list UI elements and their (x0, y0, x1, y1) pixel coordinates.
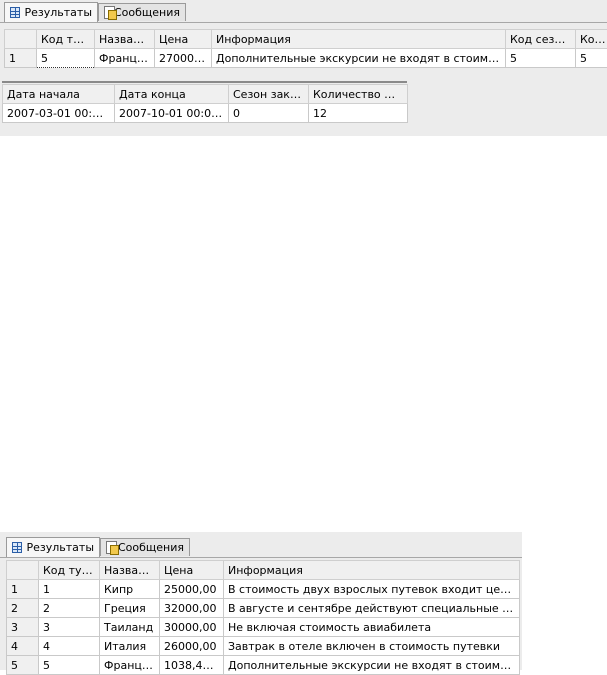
table-cell[interactable]: 25000,00 (160, 580, 224, 599)
tab-messages-label: Сообщения (114, 6, 180, 19)
table-cell[interactable]: Италия (100, 637, 160, 656)
tab-results[interactable]: Результаты (6, 537, 100, 557)
table-cell[interactable]: 5 (576, 49, 607, 68)
messages-icon (106, 541, 114, 554)
grid3-header-row: Код тура Назван... Цена Информация (7, 561, 520, 580)
results-grid-2: Дата начала Дата конца Сезон закр... Кол… (2, 84, 408, 123)
table-cell[interactable]: 2 (39, 599, 100, 618)
table-cell[interactable]: Таиланд (100, 618, 160, 637)
table-cell[interactable]: 5 (39, 656, 100, 675)
table-cell[interactable]: Греция (100, 599, 160, 618)
table-cell[interactable]: Не включая стоимость авиабилета (224, 618, 520, 637)
grid1-header-row: Код тура Назван... Цена Информация Код с… (5, 30, 607, 49)
table-row[interactable]: 5 5 Франция 1038,4615 Дополнительные экс… (7, 656, 520, 675)
table-cell[interactable]: Дополнительные экскурсии не входят в сто… (224, 656, 520, 675)
grid2-header-season-closed[interactable]: Сезон закр... (229, 85, 309, 104)
row-number[interactable]: 1 (7, 580, 39, 599)
table-row[interactable]: 3 3 Таиланд 30000,00 Не включая стоимост… (7, 618, 520, 637)
table-cell[interactable]: 1 (39, 580, 100, 599)
grid1-header-tour-id-2[interactable]: Код т (576, 30, 607, 49)
table-cell[interactable]: 0 (229, 104, 309, 123)
row-number[interactable]: 2 (7, 599, 39, 618)
grid3-header-name[interactable]: Назван... (100, 561, 160, 580)
table-cell[interactable]: В стоимость двух взрослых путевок входит… (224, 580, 520, 599)
tab-results-label: Результаты (26, 541, 94, 554)
table-cell[interactable]: 2007-10-01 00:00:00 (115, 104, 229, 123)
table-cell[interactable]: 2007-03-01 00:00:00 (3, 104, 115, 123)
table-cell[interactable]: 3 (39, 618, 100, 637)
table-row[interactable]: 2007-03-01 00:00:00 2007-10-01 00:00:00 … (3, 104, 408, 123)
top-tabbar: Результаты Сообщения (0, 0, 607, 23)
tab-results-label: Результаты (24, 6, 92, 19)
table-cell[interactable]: 32000,00 (160, 599, 224, 618)
grid2-header-seats[interactable]: Количество мест (309, 85, 408, 104)
table-cell[interactable]: Дополнительные экскурсии не входят в сто… (212, 49, 506, 68)
tab-messages[interactable]: Сообщения (98, 3, 186, 21)
results-grid-1: Код тура Назван... Цена Информация Код с… (4, 29, 607, 68)
table-cell[interactable]: 5 (37, 49, 95, 68)
grid3-header-rownum (7, 561, 39, 580)
table-cell[interactable]: Франция (100, 656, 160, 675)
tab-results[interactable]: Результаты (4, 2, 98, 22)
table-cell[interactable]: 27000,00 (155, 49, 212, 68)
grid2-header-start-date[interactable]: Дата начала (3, 85, 115, 104)
grid1-header-info[interactable]: Информация (212, 30, 506, 49)
row-number[interactable]: 1 (5, 49, 37, 68)
grid2-header-end-date[interactable]: Дата конца (115, 85, 229, 104)
table-cell[interactable]: Кипр (100, 580, 160, 599)
table-cell[interactable]: Завтрак в отеле включен в стоимость путе… (224, 637, 520, 656)
grid-icon (10, 7, 20, 18)
grid3-header-tour-id[interactable]: Код тура (39, 561, 100, 580)
grid1-header-price[interactable]: Цена (155, 30, 212, 49)
grid1-header-name[interactable]: Назван... (95, 30, 155, 49)
grid1-header-tour-id[interactable]: Код тура (37, 30, 95, 49)
grid2-header-row: Дата начала Дата конца Сезон закр... Кол… (3, 85, 408, 104)
grid2-top-border (2, 81, 407, 83)
table-cell[interactable]: 5 (506, 49, 576, 68)
row-number[interactable]: 4 (7, 637, 39, 656)
table-cell[interactable]: В августе и сентябре действуют специальн… (224, 599, 520, 618)
table-row[interactable]: 1 5 Франция 27000,00 Дополнительные экск… (5, 49, 607, 68)
table-cell[interactable]: 30000,00 (160, 618, 224, 637)
grid1-header-season-id[interactable]: Код сезо... (506, 30, 576, 49)
grid-icon (12, 542, 22, 553)
table-cell[interactable]: 26000,00 (160, 637, 224, 656)
table-row[interactable]: 1 1 Кипр 25000,00 В стоимость двух взрос… (7, 580, 520, 599)
tab-messages[interactable]: Сообщения (100, 538, 190, 556)
row-number[interactable]: 3 (7, 618, 39, 637)
table-row[interactable]: 2 2 Греция 32000,00 В августе и сентябре… (7, 599, 520, 618)
grid3-header-info[interactable]: Информация (224, 561, 520, 580)
grid1-header-rownum (5, 30, 37, 49)
table-cell[interactable]: Франция (95, 49, 155, 68)
results-grid-3: Код тура Назван... Цена Информация 1 1 К… (6, 560, 520, 675)
bottom-results-panel: Результаты Сообщения Код тура Назван... … (0, 532, 522, 670)
table-cell[interactable]: 4 (39, 637, 100, 656)
bottom-tabbar: Результаты Сообщения (0, 535, 522, 558)
grid3-header-price[interactable]: Цена (160, 561, 224, 580)
top-results-panel: Результаты Сообщения Код тура Назван... … (0, 0, 607, 136)
messages-icon (104, 6, 110, 19)
table-cell[interactable]: 1038,4615 (160, 656, 224, 675)
tab-messages-label: Сообщения (118, 541, 184, 554)
table-cell[interactable]: 12 (309, 104, 408, 123)
table-row[interactable]: 4 4 Италия 26000,00 Завтрак в отеле вклю… (7, 637, 520, 656)
row-number[interactable]: 5 (7, 656, 39, 675)
